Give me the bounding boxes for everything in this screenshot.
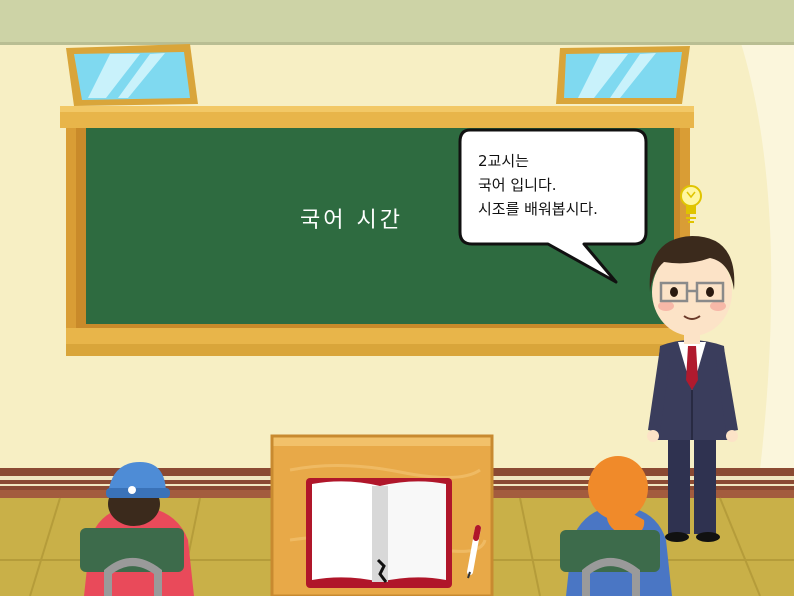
speech-line-3: 시조를 배워봅시다. xyxy=(478,200,598,218)
classroom-scene: 국어 시간 2교시는 국어 입니다. 시조를 배워봅시다. xyxy=(0,0,794,596)
window-right xyxy=(556,46,690,104)
speech-line-2: 국어 입니다. xyxy=(478,176,557,194)
ceiling xyxy=(0,0,794,44)
speech-line-1: 2교시는 xyxy=(478,152,529,170)
open-book xyxy=(306,478,452,588)
window-left xyxy=(66,44,198,106)
classroom-illustration xyxy=(0,0,794,596)
blackboard-title: 국어 시간 xyxy=(300,208,403,233)
